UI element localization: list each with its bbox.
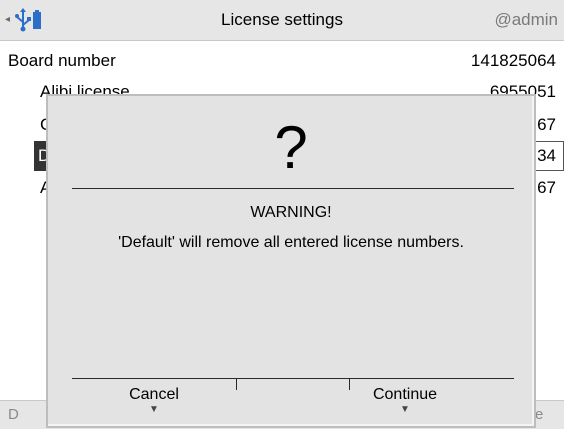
- list-item-value: 34: [537, 146, 556, 165]
- list-item-value: 67: [537, 178, 556, 197]
- cancel-button[interactable]: Cancel ▼: [72, 386, 236, 415]
- back-arrow-icon[interactable]: ◂: [5, 14, 10, 25]
- cancel-button-label: Cancel: [129, 386, 179, 403]
- page-title: License settings: [221, 10, 343, 29]
- list-item-value: 67: [537, 115, 556, 134]
- dialog-message: 'Default' will remove all entered licens…: [118, 234, 464, 251]
- button-separator: [236, 378, 237, 390]
- button-bar-divider: [72, 378, 514, 379]
- down-arrow-icon: ▼: [400, 404, 410, 415]
- divider: [72, 188, 514, 189]
- dialog-title: WARNING!: [250, 204, 332, 221]
- warning-dialog: ? WARNING! 'Default' will remove all ent…: [46, 94, 536, 428]
- usb-icon: [15, 8, 31, 32]
- board-number-value: 141825064: [470, 51, 556, 70]
- user-label: @admin: [494, 10, 558, 29]
- continue-button[interactable]: Continue ▼: [320, 386, 490, 415]
- battery-icon: [33, 10, 41, 29]
- softkey-right-label[interactable]: e: [535, 406, 543, 423]
- board-number-label: Board number: [8, 51, 116, 70]
- question-icon: ?: [274, 114, 308, 181]
- continue-button-label: Continue: [372, 386, 438, 403]
- down-arrow-icon: ▼: [149, 404, 159, 415]
- softkey-left-label[interactable]: D: [8, 406, 19, 423]
